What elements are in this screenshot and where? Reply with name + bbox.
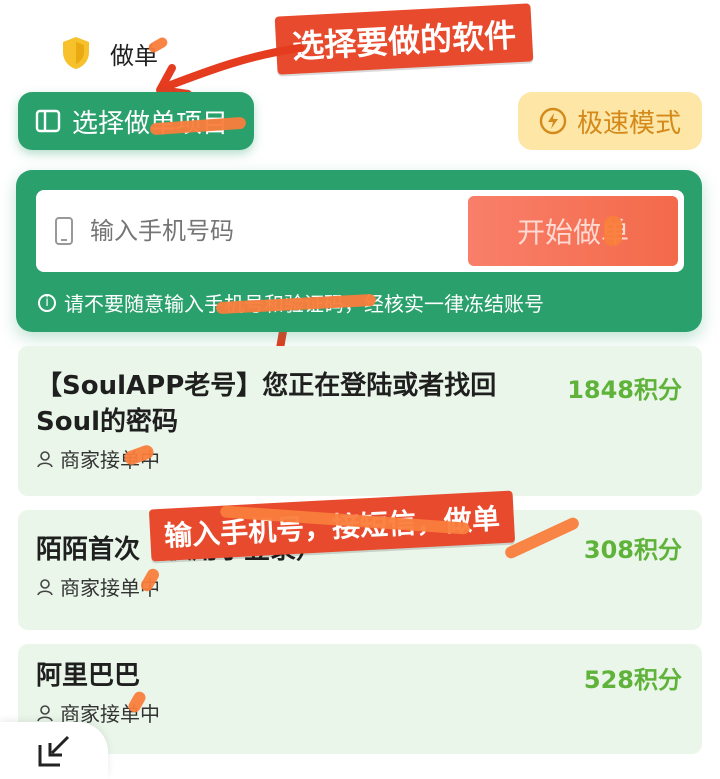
task-points-3: 528积分 <box>583 666 682 694</box>
task-card-3[interactable]: 阿里巴巴 528积分 商家接单中 <box>18 644 702 754</box>
task-points-1: 1848积分 <box>567 376 682 404</box>
person-icon <box>37 704 53 721</box>
redaction-mark <box>604 216 622 246</box>
lightning-icon <box>539 107 567 135</box>
task-card-1[interactable]: 【SoulAPP老号】您正在登陆或者找回 Soul的密码 1848积分 商家接单… <box>18 346 702 496</box>
collapse-button[interactable] <box>0 722 108 779</box>
speed-mode-button[interactable]: 极速模式 <box>518 92 702 150</box>
task-points-2: 308积分 <box>583 536 682 564</box>
shield-icon <box>63 37 89 69</box>
book-icon <box>35 109 61 133</box>
info-icon: i <box>38 293 56 312</box>
phone-icon <box>55 217 73 245</box>
top-label: 做单 <box>110 41 158 70</box>
phone-input[interactable] <box>88 216 452 246</box>
callout-pick-software: 选择要做的软件 <box>274 3 534 75</box>
phone-input-box: 开始做单 <box>36 190 684 272</box>
task-title-3: 阿里巴巴 <box>36 661 141 691</box>
person-icon <box>37 578 53 595</box>
start-button[interactable]: 开始做单 <box>468 196 678 266</box>
task-title-1-line2: Soul的密码 <box>36 407 179 437</box>
task-title-1: 【SoulAPP老号】您正在登陆或者找回 <box>36 371 497 401</box>
collapse-icon <box>38 735 70 766</box>
person-icon <box>37 450 53 467</box>
top-row: 做单 <box>60 30 158 76</box>
speed-mode-label: 极速模式 <box>576 108 681 139</box>
